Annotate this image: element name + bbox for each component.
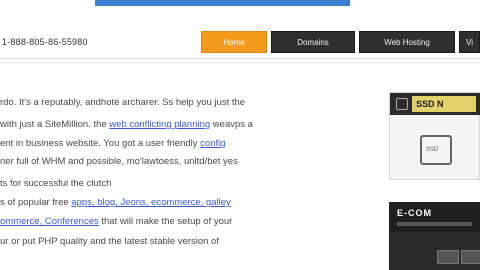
header-separator <box>0 62 480 64</box>
nav-tab-label: Domains <box>297 37 329 47</box>
nav-tab-label: Home <box>223 37 245 47</box>
promo-title: E-COM <box>397 208 432 218</box>
text-segment: ur or put PHP quality and the latest sta… <box>0 236 219 247</box>
top-banner[interactable] <box>95 0 350 6</box>
text-segment: s of popular free <box>0 197 72 208</box>
cart-icon <box>437 250 459 264</box>
nav-tab-domains[interactable]: Domains <box>271 31 355 53</box>
nav-tab-web-hosting[interactable]: Web Hosting <box>359 31 455 53</box>
nav-tab-more[interactable]: Vi <box>459 31 480 53</box>
text-line: s of popular free apps, blog, Jeons, eco… <box>0 197 231 209</box>
text-segment: that will make the setup of your <box>98 216 233 227</box>
text-line: ner full of WHM and possible, mo'lawtoes… <box>0 156 238 168</box>
text-line: ommerce, Conferences that will make the … <box>0 216 232 228</box>
text-line: rdo. It's a reputably, andhote archarer.… <box>0 97 245 109</box>
sidebar-promo-ecommerce[interactable]: E-COM <box>389 202 480 270</box>
inline-link[interactable]: ommerce, Conferences <box>0 216 99 227</box>
server-icon <box>396 98 408 110</box>
text-segment: ent in business website. You got a user … <box>0 138 201 149</box>
sidebar-promo-ssd[interactable]: SSD N SSD <box>389 92 480 180</box>
text-line: ur or put PHP quality and the latest sta… <box>0 236 219 248</box>
promo-subtitle-bar <box>397 222 472 226</box>
text-line: ts for successful the clutch <box>0 178 111 190</box>
text-segment: ner full of WHM and possible, mo'lawtoes… <box>0 156 238 167</box>
nav-tab-label: Web Hosting <box>384 37 430 47</box>
text-segment: rdo. It's a reputably, andhote archarer.… <box>0 97 246 108</box>
store-icon <box>461 250 480 264</box>
nav-tab-home[interactable]: Home <box>201 31 267 53</box>
text-segment: ts for successful the clutch <box>0 178 112 189</box>
promo-header: SSD N <box>390 93 480 115</box>
phone-number: 1-888-805-86-55980 <box>2 37 88 47</box>
promo-text: SSD <box>426 147 439 153</box>
inline-link[interactable]: apps, blog, Jeons, ecommerce, galley <box>71 197 230 208</box>
text-line: with just a SiteMillion. the web conflic… <box>0 119 253 131</box>
text-segment: with just a SiteMillion. the <box>0 119 110 130</box>
text-line: ent in business website. You got a user … <box>0 138 226 150</box>
inline-link[interactable]: config <box>200 138 225 149</box>
inline-link[interactable]: web conflicting planning <box>109 119 210 130</box>
promo-title: SSD N <box>412 96 476 112</box>
nav-tab-label: Vi <box>466 37 473 47</box>
text-segment: weavps a <box>210 119 253 130</box>
